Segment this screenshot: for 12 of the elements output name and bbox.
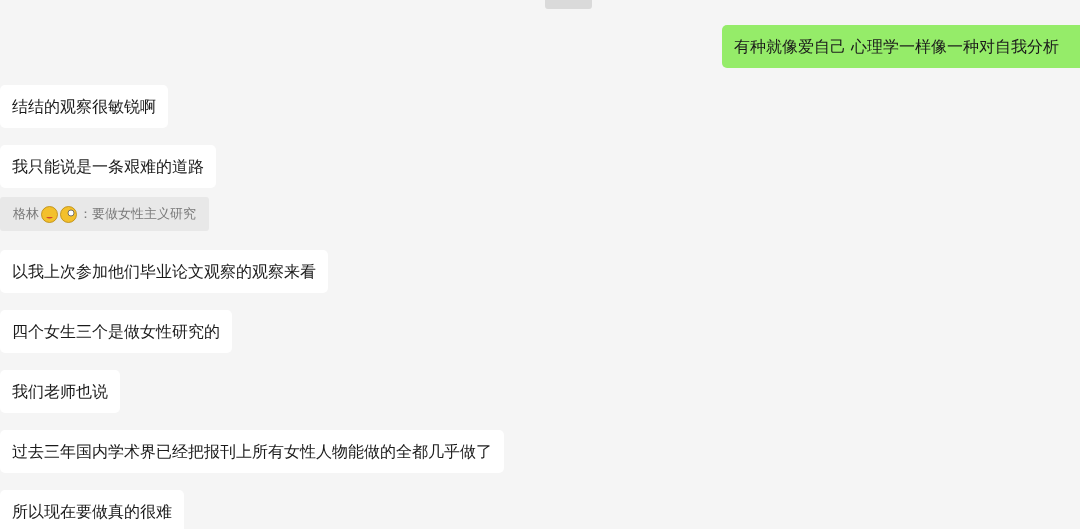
emoji-icon [41,205,58,223]
emoji-icon [60,205,77,223]
received-message: 所以现在要做真的很难 [0,490,184,529]
received-message: 过去三年国内学术界已经把报刊上所有女性人物能做的全都几乎做了 [0,430,504,473]
quote-text: ：要做女性主义研究 [79,205,196,223]
quote-author: 格林 [13,205,39,223]
received-message: 结结的观察很敏锐啊 [0,85,168,128]
received-message: 我们老师也说 [0,370,120,413]
received-message: 以我上次参加他们毕业论文观察的观察来看 [0,250,328,293]
sent-message: 有种就像爱自己 心理学一样像一种对自我分析 [722,25,1080,68]
received-message: 我只能说是一条艰难的道路 [0,145,216,188]
received-message: 四个女生三个是做女性研究的 [0,310,232,353]
